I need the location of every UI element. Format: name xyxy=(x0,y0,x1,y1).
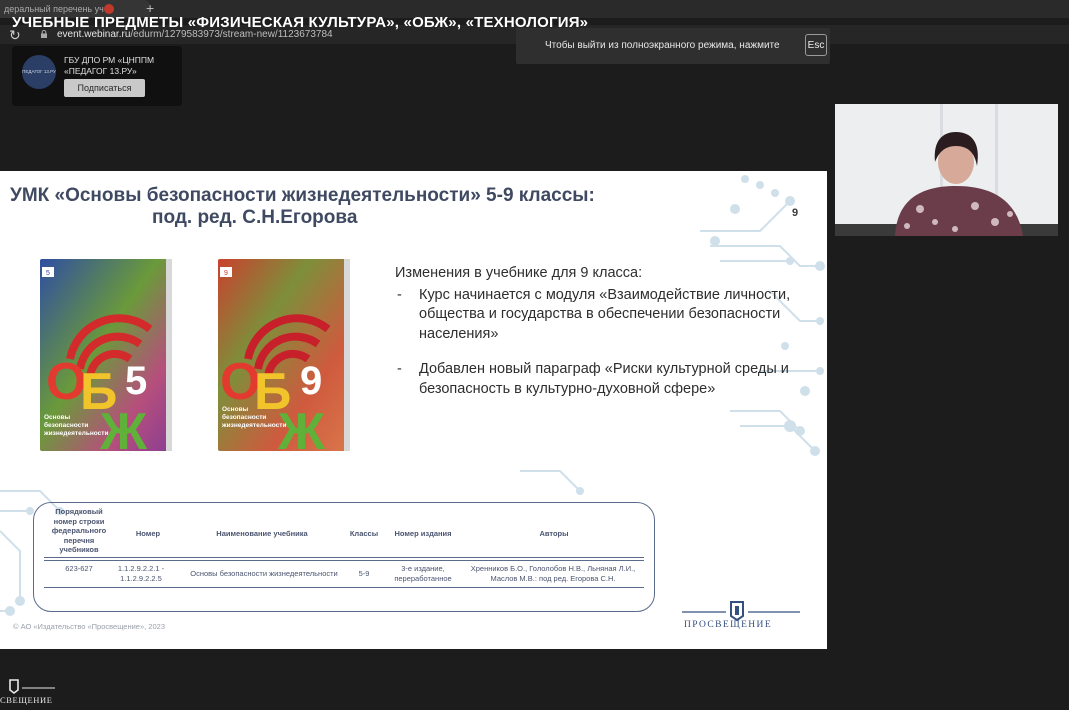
presentation-slide: УМК «Основы безопасности жизнедеятельнос… xyxy=(0,171,827,649)
table-header-row-number: Порядковый номер строки федерального пер… xyxy=(51,507,107,554)
table-cell-edition: 3-е издание, переработанное xyxy=(394,564,452,583)
book-9-subtitle-3: жизнедеятельности xyxy=(221,422,286,429)
change-text: Курс начинается с модуля «Взаимодействие… xyxy=(419,286,791,342)
table-cell-title: Основы безопасности жизнедеятельности xyxy=(190,569,338,578)
book-5-subtitle-2: безопасности xyxy=(44,421,88,429)
changes-block: Изменения в учебнике для 9 класса: - Кур… xyxy=(395,264,815,399)
book-5-badge: 5 xyxy=(46,270,50,277)
book-5-grade: 5 xyxy=(125,359,147,403)
table-cell-number: 1.1.2.9.2.2.1 - 1.1.2.9.2.2.5 xyxy=(117,564,165,583)
table-divider xyxy=(44,557,644,558)
tab-title: деральный перечень уч xyxy=(4,4,104,14)
table-cell-row-number: 623-627 xyxy=(65,564,93,573)
slide-subtitle: под. ред. С.Н.Егорова xyxy=(152,207,358,228)
publisher-watermark: СВЕЩЕНИЕ xyxy=(0,695,53,705)
book-9-subtitle-1: Основы xyxy=(222,406,249,413)
copyright-text: © АО «Издательство «Просвещение», 2023 xyxy=(13,622,165,631)
table-divider xyxy=(44,560,644,561)
table-header-edition: Номер издания xyxy=(394,529,452,538)
bullet-dash: - xyxy=(397,361,402,377)
fullscreen-notice-text: Чтобы выйти из полноэкранного режима, на… xyxy=(545,40,780,51)
lock-icon[interactable] xyxy=(41,30,47,38)
table-header-authors: Авторы xyxy=(539,529,569,538)
change-text: Добавлен новый параграф «Риски культурно… xyxy=(419,361,789,397)
slide-number: 9 xyxy=(792,207,799,219)
organizer-avatar[interactable]: ПЕДАГОГ 13.РУ xyxy=(22,55,56,89)
table-cell-authors: Хренников Б.О., Гололобов Н.В., Льняная … xyxy=(470,564,636,583)
page-title: УЧЕБНЫЕ ПРЕДМЕТЫ «ФИЗИЧЕСКАЯ КУЛЬТУРА», … xyxy=(12,14,589,31)
table-header-number: Номер xyxy=(135,529,161,538)
change-item: - Добавлен новый параграф «Риски культур… xyxy=(395,360,815,399)
publisher-watermark-icon xyxy=(9,679,55,694)
publisher-name: ПРОСВЕЩЕНИЕ xyxy=(684,620,773,630)
book-9-subtitle-2: безопасности xyxy=(222,413,266,421)
slide-title: УМК «Основы безопасности жизнедеятельнос… xyxy=(10,185,595,206)
table-cell-grades: 5-9 xyxy=(358,569,370,578)
book-9-badge: 9 xyxy=(224,270,228,277)
bullet-dash: - xyxy=(397,286,402,303)
book-5-subtitle-1: Основы xyxy=(44,414,71,421)
changes-heading: Изменения в учебнике для 9 класса: xyxy=(395,265,643,281)
table-divider xyxy=(44,587,644,588)
table-header-title: Наименование учебника xyxy=(216,529,308,538)
book-9-grade: 9 xyxy=(300,359,322,403)
book-5-subtitle-3: жизнедеятельности xyxy=(43,430,108,437)
textbook-cover-grade-9: 9 О Б Ж 9 Основы безопасности жизнедеяте… xyxy=(218,259,350,451)
tab-recording-icon[interactable] xyxy=(104,4,114,14)
presenter-webcam[interactable] xyxy=(835,104,1058,236)
textbook-cover-grade-5: 5 О Б Ж 5 Основы безопасности жизнедеяте… xyxy=(40,259,172,451)
subscribe-button[interactable]: Подписаться xyxy=(64,79,145,97)
book-5-letter-zh: Ж xyxy=(99,403,148,451)
change-item: - Курс начинается с модуля «Взаимодейств… xyxy=(395,286,815,345)
table-header-grades: Классы xyxy=(349,529,379,538)
organizer-name[interactable]: ГБУ ДПО РМ «ЦНППМ «ПЕДАГОГ 13.РУ» xyxy=(64,55,176,77)
esc-key-hint: Esc xyxy=(805,34,827,56)
